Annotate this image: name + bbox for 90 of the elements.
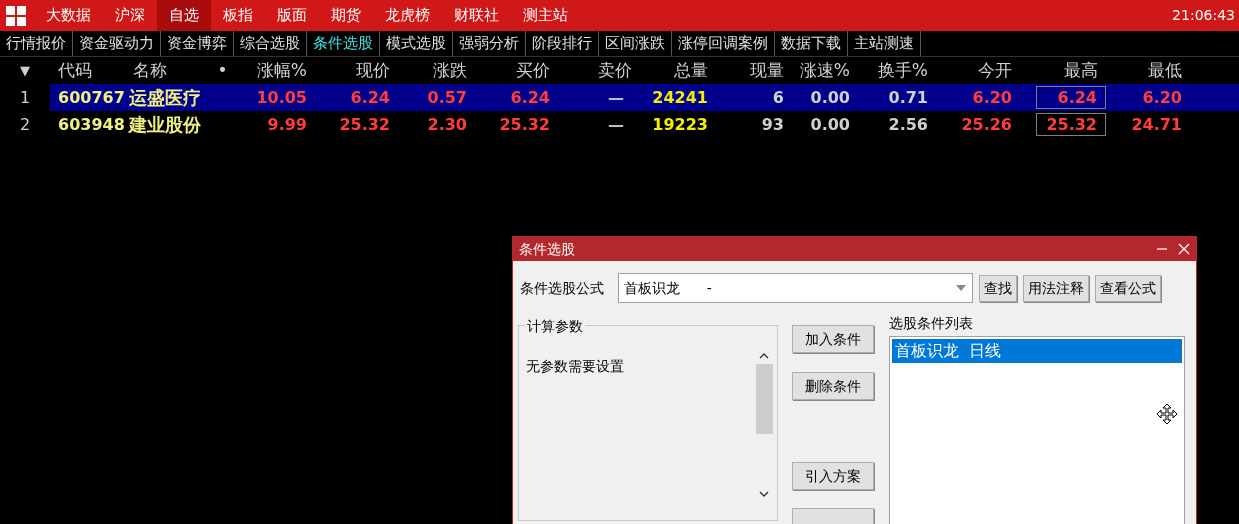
column-header[interactable]: 现价 [315,57,398,84]
row-number: 1 [18,86,32,109]
menu-item[interactable]: 测主站 [511,0,580,31]
column-header[interactable]: 今开 [936,57,1020,84]
table-cell: 25.32 [1036,113,1106,136]
column-header[interactable]: 涨速% [792,57,858,84]
column-header[interactable]: 买价 [475,57,558,84]
column-header[interactable]: 总量 [640,57,716,84]
menu-item[interactable]: 沪深 [103,0,157,31]
table-cell-text: 24241 [651,86,709,109]
table-cell-text: 2.30 [426,113,468,136]
sort-caret[interactable]: ▼ [0,60,50,81]
column-header[interactable]: 最高 [1020,57,1106,84]
table-cell-text: 6.20 [1141,86,1183,109]
tab[interactable]: 阶段排行 [526,31,599,56]
tab[interactable]: 主站测速 [848,31,921,56]
dialog-button[interactable]: 查找 [979,274,1017,302]
table-cell-text: 24.71 [1130,113,1183,136]
column-header[interactable]: 名称 [125,57,210,84]
menu-item[interactable]: 版面 [265,0,319,31]
table-cell-text: 0.57 [426,86,468,109]
dialog-button[interactable]: 引入方案 [792,462,874,490]
column-header[interactable]: 涨幅% [235,57,315,84]
tab[interactable]: 行情报价 [0,31,73,56]
field-label: 条件选股公式 [520,278,605,298]
list-item[interactable]: 首板识龙 日线 [892,339,1182,363]
formula-dropdown[interactable]: 首板识龙 - [618,273,973,303]
column-header[interactable]: 代码 [50,57,125,84]
table-cell-text: 25.26 [960,113,1013,136]
table-cell-text: 25.32 [498,113,551,136]
tab[interactable]: 强弱分析 [453,31,526,56]
row-number: 2 [18,113,32,136]
tab[interactable]: 区间涨跌 [599,31,672,56]
dialog-button[interactable]: 用法注释 [1023,274,1089,302]
grid-icon[interactable] [6,5,26,26]
column-header[interactable]: • [210,57,235,84]
tab[interactable]: 条件选股 [307,31,380,56]
table-cell-text: 603948 [57,113,125,136]
dropdown-caret-icon [956,285,966,291]
table-cell-text: 2.56 [887,113,929,136]
column-header[interactable]: 卖价 [558,57,640,84]
table-cell-text: 0.71 [887,86,929,109]
tab[interactable]: 模式选股 [380,31,453,56]
scroll-thumb[interactable] [755,364,773,434]
table-cell-text: 0.00 [809,86,851,109]
clock: 21:06:43 [1172,6,1235,25]
column-header[interactable]: 最低 [1106,57,1190,84]
scroll-up-icon[interactable] [759,352,769,360]
table-cell: 6.24 [1036,86,1106,109]
menu-item[interactable]: 期货 [319,0,373,31]
menu-item[interactable]: 财联社 [442,0,511,31]
tab[interactable]: 综合选股 [234,31,307,56]
dialog-button[interactable]: 删除条件 [792,372,874,400]
table-cell-text: 6.24 [349,86,391,109]
table-cell-text: 10.05 [255,86,308,109]
tab[interactable]: 数据下载 [775,31,848,56]
menu-item[interactable]: 自选 [157,0,211,31]
dialog-button[interactable]: 加入条件 [792,325,874,353]
table-cell-text: 6.24 [509,86,551,109]
table-cell-text: 9.99 [266,113,308,136]
menu-item[interactable]: 板指 [211,0,265,31]
table-cell-text: 19223 [651,113,709,136]
list-label: 选股条件列表 [889,314,974,333]
table-cell-text: 6.20 [971,86,1013,109]
dialog-title: 条件选股 [519,239,575,259]
params-text: 无参数需要设置 [525,357,625,376]
menu-item[interactable]: 大数据 [34,0,103,31]
table-cell-text: 93 [760,113,785,136]
column-header[interactable]: 现量 [716,57,792,84]
table-row[interactable]: 603948 建业股份 9.99 25.32 2.30 25.32 — 19223 93 0.00 2.56 25.26 25.32 24.71 [50,111,1239,138]
column-header[interactable]: 换手% [858,57,936,84]
table-cell-text: — [607,113,625,136]
table-cell-text: 建业股份 [127,113,202,137]
menu-item[interactable]: 龙虎榜 [373,0,442,31]
table-cell-text: 运盛医疗 [128,86,202,110]
table-cell-text: 600767 [57,86,125,109]
scroll-down-icon[interactable] [759,490,769,498]
table-cell-text: — [607,86,625,109]
close-icon[interactable] [1178,243,1190,255]
dialog-button[interactable]: 查看公式 [1095,274,1161,302]
column-header[interactable]: 涨跌 [398,57,475,84]
group-title: 计算参数 [525,316,585,337]
table-cell-text: 0.00 [809,113,851,136]
tab[interactable]: 涨停回调案例 [672,31,775,56]
table-cell-text: 6 [771,86,785,109]
table-row[interactable]: 600767 运盛医疗 10.05 6.24 0.57 6.24 — 24241 6 0.00 0.71 6.20 6.24 6.20 [50,84,1239,111]
table-cell-text: 25.32 [338,113,391,136]
tab[interactable]: 资金博弈 [161,31,234,56]
tab[interactable]: 资金驱动力 [73,31,161,56]
move-cursor-icon [1156,403,1178,425]
